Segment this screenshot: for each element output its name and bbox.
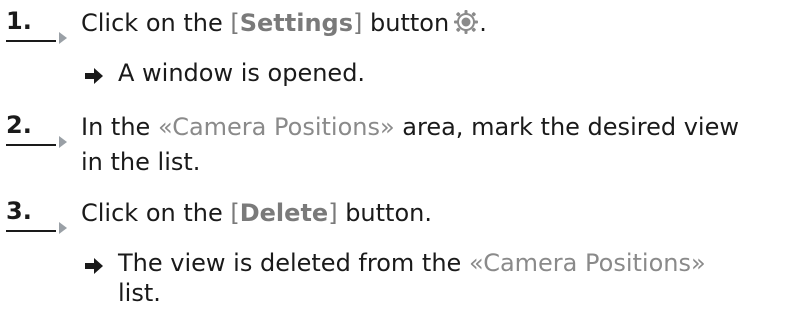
bracket-open: [ <box>230 199 240 227</box>
bracket-close: ] <box>328 199 338 227</box>
delete-button-label: Delete <box>239 199 329 227</box>
step-number-underline <box>6 144 56 146</box>
step-2-text-line-2: in the list. <box>81 148 201 176</box>
step-number-label: 1. <box>6 7 32 35</box>
step-2-text-line-1: In the «Camera Positions» area, mark the… <box>81 110 739 144</box>
delete-button-reference: [Delete] <box>230 199 337 227</box>
step-3-result-text-line-2: list. <box>118 279 161 307</box>
camera-positions-area-reference: «Camera Positions» <box>157 113 395 141</box>
step-number-1: 1. <box>6 6 67 44</box>
result-arrow-icon <box>85 258 103 274</box>
step-number-underline <box>6 40 56 42</box>
result-text-segment: The view is deleted from the <box>118 249 469 277</box>
step-1-text: Click on the [Settings] button . <box>81 6 487 40</box>
step-1-result-text: A window is opened. <box>118 59 366 87</box>
step-number-label: 3. <box>6 197 32 225</box>
step-number-label: 2. <box>6 111 32 139</box>
step-text-segment: button. <box>337 199 432 227</box>
bracket-close: ] <box>353 9 363 37</box>
step-3-text: Click on the [Delete] button. <box>81 196 432 230</box>
camera-positions-list-reference: «Camera Positions» <box>468 249 706 277</box>
step-number-2: 2. <box>6 110 67 148</box>
step-text-segment: area, mark the desired view <box>394 113 739 141</box>
settings-button-reference: [Settings] <box>230 9 362 37</box>
settings-gear-icon <box>454 10 479 34</box>
step-3-result-text-line-1: The view is deleted from the «Camera Pos… <box>118 246 706 280</box>
step-marker-triangle-icon <box>59 32 67 44</box>
step-text-segment: . <box>479 9 487 37</box>
step-marker-triangle-icon <box>59 222 67 234</box>
step-number-underline <box>6 230 56 232</box>
step-number-3: 3. <box>6 196 67 234</box>
step-text-segment: Click on the <box>81 199 231 227</box>
settings-button-label: Settings <box>239 9 354 37</box>
step-marker-triangle-icon <box>59 136 67 148</box>
bracket-open: [ <box>230 9 240 37</box>
step-text-segment: In the <box>81 113 158 141</box>
step-text-segment: Click on the <box>81 9 231 37</box>
step-text-segment: button <box>362 9 450 37</box>
result-arrow-icon <box>85 68 103 84</box>
